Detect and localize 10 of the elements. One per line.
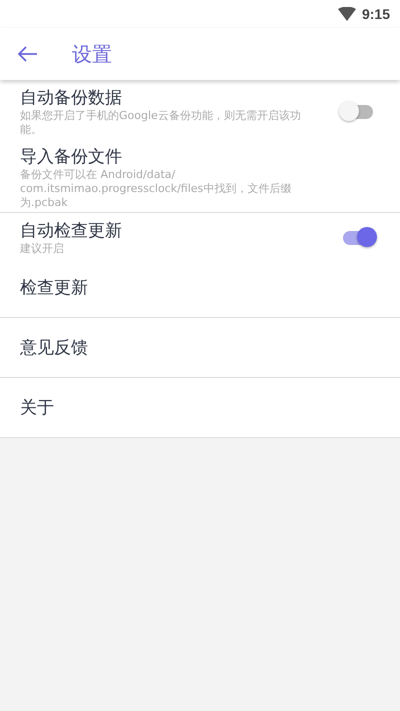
- setting-title[interactable]: 自动检查更新: [20, 220, 338, 242]
- setting-description: 建议开启: [20, 242, 65, 256]
- page-title: 设置: [72, 40, 112, 68]
- setting-title[interactable]: 检查更新: [20, 276, 380, 298]
- setting-description: 如果您开启了手机的Google云备份功能，则无需开启该功能。: [20, 109, 302, 137]
- setting-description: 备份文件可以在 Android/data/ com.itsmimao.progressclock/files中找到，文件后缀为.pcbak: [20, 168, 292, 210]
- setting-title[interactable]: 自动备份数据: [20, 87, 338, 109]
- wifi-icon: [338, 7, 356, 21]
- status-time: 9:15: [362, 6, 390, 22]
- setting-title[interactable]: 导入备份文件: [20, 146, 380, 168]
